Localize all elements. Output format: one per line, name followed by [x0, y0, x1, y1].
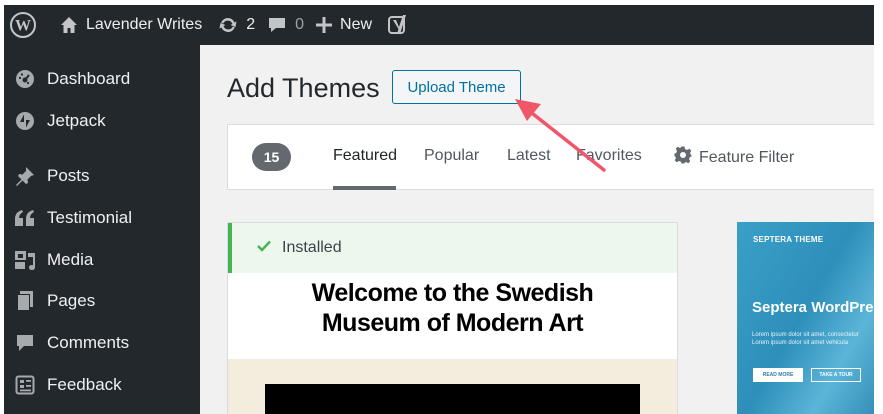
installed-notice: Installed — [228, 223, 677, 273]
checkmark-icon — [257, 239, 271, 257]
tab-featured[interactable]: Featured — [333, 147, 397, 165]
sidebar-item-comments[interactable]: Comments — [4, 326, 200, 360]
tab-favorites[interactable]: Favorites — [576, 147, 642, 165]
comment-icon — [14, 332, 36, 354]
theme-card-septera[interactable]: SEPTERA THEME Septera WordPre Lorem ipsu… — [737, 222, 874, 414]
sidebar-item-label: Jetpack — [47, 111, 106, 130]
site-name-link[interactable]: Lavender Writes — [44, 5, 210, 45]
wordpress-logo-icon: W — [10, 12, 36, 38]
septera-screenshot — [737, 222, 874, 414]
installed-label: Installed — [282, 239, 342, 256]
septera-desc-line-1: Lorem ipsum dolor sit amet, consectetur — [752, 332, 859, 338]
wordpress-logo-button[interactable]: W — [4, 5, 44, 45]
updates-link[interactable]: 2 — [210, 5, 263, 45]
updates-icon — [218, 15, 238, 35]
comments-link[interactable]: 0 — [263, 5, 312, 45]
theme-count-badge: 15 — [252, 143, 291, 171]
comment-bubble-icon — [267, 15, 287, 35]
theme-screenshot-heading: Welcome to the Swedish Museum of Modern … — [228, 278, 677, 338]
sidebar-item-label: Posts — [47, 166, 90, 185]
page-title: Add Themes — [227, 73, 380, 103]
theme-screenshot-dark-block — [265, 384, 640, 414]
septera-description: Lorem ipsum dolor sit amet, consectetur … — [752, 331, 859, 347]
plus-icon — [316, 17, 333, 33]
new-label: New — [340, 16, 373, 33]
tab-popular[interactable]: Popular — [424, 147, 479, 165]
theme-card-installed[interactable]: Installed Welcome to the Swedish Museum … — [227, 222, 678, 414]
main-content: Add Themes Upload Theme 15 Featured Popu… — [200, 45, 874, 414]
septera-title: Septera WordPre — [752, 299, 874, 316]
sidebar-item-media[interactable]: Media — [4, 243, 200, 277]
heading-line-1: Welcome to the Swedish — [311, 279, 594, 307]
septera-take-tour-button: TAKE A TOUR — [811, 368, 861, 382]
sidebar-item-label: Feedback — [47, 375, 122, 394]
septera-desc-line-2: Lorem ipsum dolor sit amet vehicula — [752, 340, 849, 346]
dashboard-icon — [14, 68, 36, 90]
comments-count: 0 — [295, 16, 305, 33]
yoast-icon — [388, 14, 408, 36]
septera-read-more-button: READ MORE — [753, 368, 803, 382]
site-name: Lavender Writes — [86, 16, 203, 33]
heading-line-2: Museum of Modern Art — [321, 309, 584, 337]
active-tab-indicator — [333, 186, 396, 190]
sidebar-item-dashboard[interactable]: Dashboard — [4, 62, 200, 96]
pushpin-icon — [14, 165, 36, 187]
sidebar-item-label: Testimonial — [47, 208, 133, 227]
sidebar-item-label: Dashboard — [47, 69, 131, 88]
admin-sidebar: Dashboard Jetpack Posts Testimonial Medi… — [4, 45, 200, 414]
pages-icon — [14, 290, 36, 312]
sidebar-item-label: Media — [47, 250, 94, 269]
sidebar-item-label: Pages — [47, 291, 96, 310]
sidebar-item-feedback[interactable]: Feedback — [4, 368, 200, 402]
theme-filter-bar: 15 Featured Popular Latest Favorites Fea… — [227, 124, 874, 190]
sidebar-item-posts[interactable]: Posts — [4, 159, 200, 193]
sidebar-item-pages[interactable]: Pages — [4, 284, 200, 318]
sidebar-item-label: Comments — [47, 333, 130, 352]
feature-filter-label: Feature Filter — [699, 148, 795, 166]
feedback-icon — [14, 374, 36, 396]
feature-filter-button[interactable]: Feature Filter — [674, 146, 794, 169]
admin-bar: W Lavender Writes 2 0 New — [4, 5, 874, 45]
quote-icon — [14, 207, 36, 229]
tab-latest[interactable]: Latest — [507, 147, 551, 165]
svg-text:W: W — [15, 18, 31, 35]
updates-count: 2 — [246, 16, 256, 33]
gear-icon — [674, 146, 692, 169]
sidebar-item-jetpack[interactable]: Jetpack — [4, 104, 200, 138]
media-icon — [14, 249, 36, 271]
septera-brand: SEPTERA THEME — [753, 235, 824, 244]
yoast-seo-link[interactable] — [380, 5, 416, 45]
sidebar-item-testimonial[interactable]: Testimonial — [4, 201, 200, 235]
upload-theme-button[interactable]: Upload Theme — [392, 70, 521, 104]
new-content-link[interactable]: New — [312, 5, 380, 45]
jetpack-icon — [14, 110, 36, 132]
home-icon — [60, 16, 78, 34]
